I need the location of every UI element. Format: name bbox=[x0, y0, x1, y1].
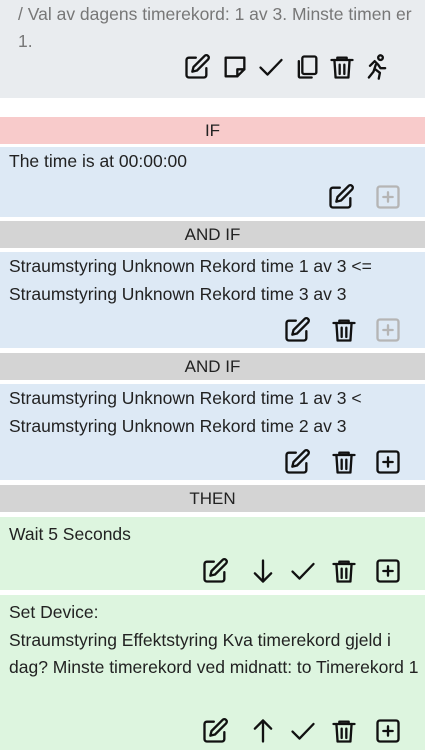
and-if-section-header: AND IF bbox=[0, 221, 425, 248]
trash-icon[interactable] bbox=[329, 447, 359, 477]
trash-icon[interactable] bbox=[329, 556, 359, 586]
trash-icon[interactable] bbox=[329, 315, 359, 345]
if-section-header: IF bbox=[0, 117, 425, 144]
copy-icon[interactable] bbox=[292, 52, 322, 82]
condition-text: Straumstyring Unknown Rekord time 1 av 3… bbox=[9, 256, 372, 304]
add-box-icon[interactable] bbox=[373, 716, 403, 746]
check-icon[interactable] bbox=[288, 556, 318, 586]
edit-icon[interactable] bbox=[326, 182, 356, 212]
run-icon[interactable] bbox=[362, 52, 392, 82]
arrow-down-icon[interactable] bbox=[248, 556, 278, 586]
edit-icon[interactable] bbox=[182, 52, 212, 82]
action-text: Wait 5 Seconds bbox=[9, 524, 131, 544]
edit-icon[interactable] bbox=[200, 556, 230, 586]
action-card: Wait 5 Seconds bbox=[0, 517, 425, 590]
and-if-section-header: AND IF bbox=[0, 353, 425, 380]
edit-icon[interactable] bbox=[282, 315, 312, 345]
edit-icon[interactable] bbox=[282, 447, 312, 477]
rule-title: / Val av dagens timerekord: 1 av 3. Mins… bbox=[18, 4, 412, 51]
rule-header: / Val av dagens timerekord: 1 av 3. Mins… bbox=[0, 0, 425, 98]
action-text: Set Device: Straumstyring Effektstyring … bbox=[9, 602, 419, 677]
condition-text: The time is at 00:00:00 bbox=[9, 151, 188, 171]
condition-card: Straumstyring Unknown Rekord time 1 av 3… bbox=[0, 252, 425, 348]
add-box-icon[interactable] bbox=[373, 447, 403, 477]
add-box-icon bbox=[373, 315, 403, 345]
check-icon[interactable] bbox=[288, 716, 318, 746]
note-icon[interactable] bbox=[220, 52, 250, 82]
check-icon[interactable] bbox=[256, 52, 286, 82]
add-box-icon[interactable] bbox=[373, 556, 403, 586]
arrow-up-icon[interactable] bbox=[248, 716, 278, 746]
add-box-icon bbox=[373, 182, 403, 212]
then-section-header: THEN bbox=[0, 485, 425, 512]
action-card: Set Device: Straumstyring Effektstyring … bbox=[0, 595, 425, 750]
condition-card: Straumstyring Unknown Rekord time 1 av 3… bbox=[0, 384, 425, 480]
edit-icon[interactable] bbox=[200, 716, 230, 746]
condition-card: The time is at 00:00:00 bbox=[0, 147, 425, 217]
condition-text: Straumstyring Unknown Rekord time 1 av 3… bbox=[9, 388, 362, 436]
trash-icon[interactable] bbox=[327, 52, 357, 82]
trash-icon[interactable] bbox=[329, 716, 359, 746]
